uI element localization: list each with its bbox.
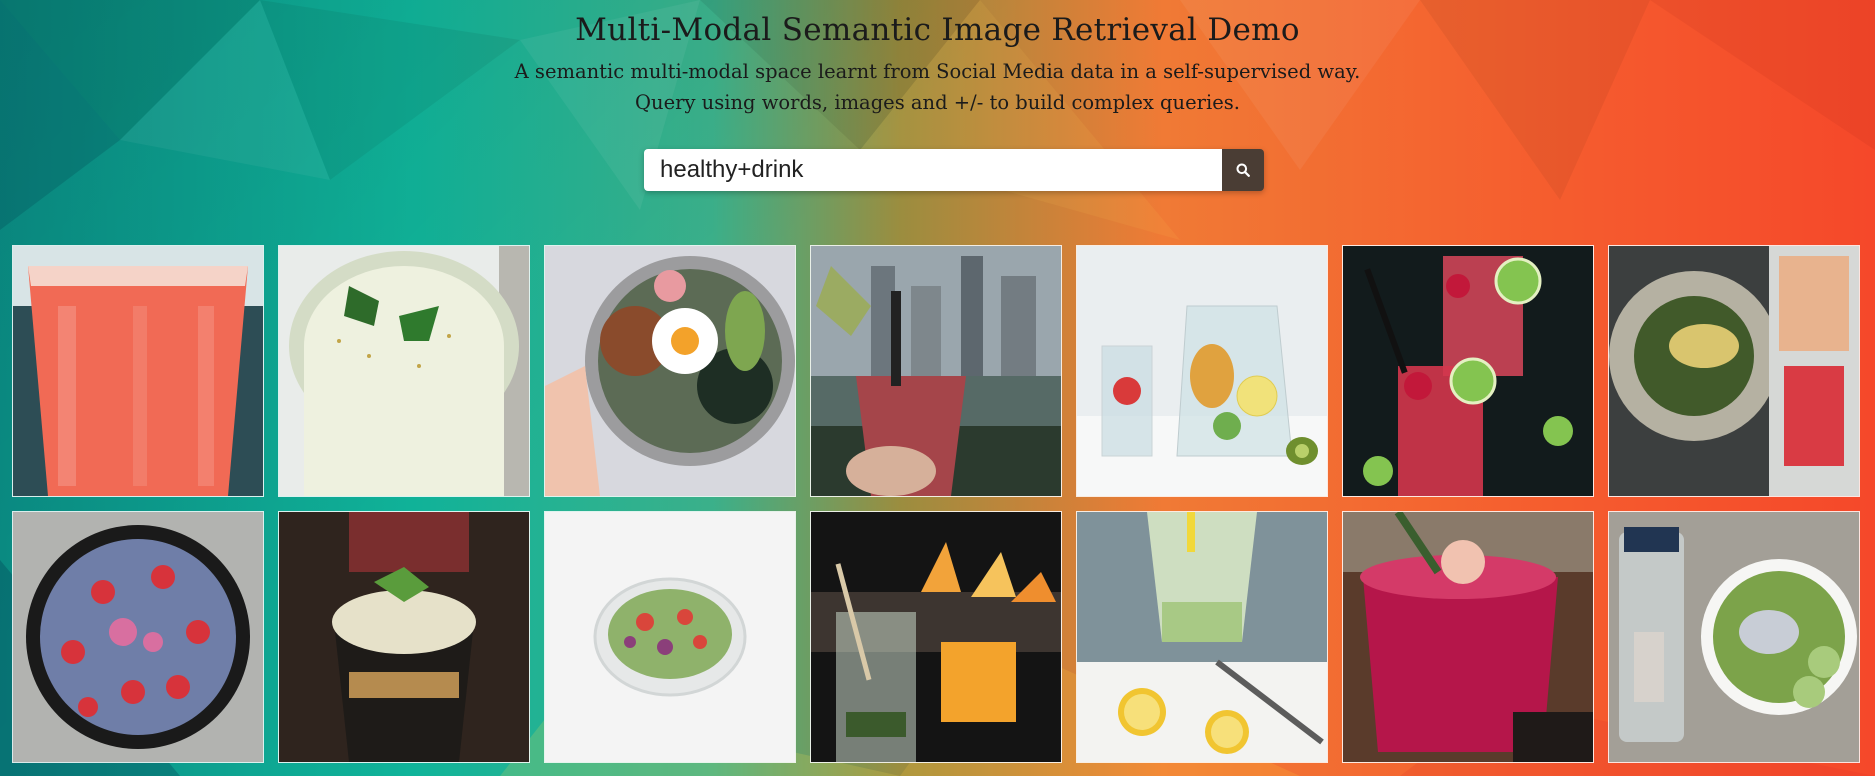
cocktail-city-image: [811, 246, 1061, 496]
result-image-salad-bowl-white[interactable]: [544, 511, 796, 763]
green-juice-image: [1077, 512, 1327, 762]
result-image-fruit-water-pitcher[interactable]: [1076, 245, 1328, 497]
result-image-mint-iced-coffee-cup[interactable]: [278, 511, 530, 763]
page-title: Multi-Modal Semantic Image Retrieval Dem…: [575, 12, 1300, 48]
result-image-berry-lime-cocktails[interactable]: [1342, 245, 1594, 497]
rice-bowl-image: [545, 246, 795, 496]
page-subtitle: A semantic multi-modal space learnt from…: [0, 56, 1875, 118]
result-image-edamame-poke-bowl[interactable]: [1608, 511, 1860, 763]
fruit-water-image: [1077, 246, 1327, 496]
smoothie-image: [279, 246, 529, 496]
pink-drink-image: [13, 246, 263, 496]
result-image-red-cocktail-rosemary[interactable]: [1342, 511, 1594, 763]
mint-coffee-image: [279, 512, 529, 762]
poke-bowl-image: [1609, 512, 1859, 762]
results-grid: [12, 245, 1860, 763]
salad-bowl-image: [545, 512, 795, 762]
berry-cocktails-image: [1343, 246, 1593, 496]
red-cocktail-image: [1343, 512, 1593, 762]
search-bar: [644, 149, 1264, 191]
berry-bowl-image: [13, 512, 263, 762]
result-image-pink-drink-glass[interactable]: [12, 245, 264, 497]
result-image-green-juice-lemons[interactable]: [1076, 511, 1328, 763]
result-image-berry-bowl[interactable]: [12, 511, 264, 763]
search-input[interactable]: [644, 149, 1222, 191]
subtitle-line-1: A semantic multi-modal space learnt from…: [514, 60, 1361, 83]
result-image-rice-bowl-with-egg[interactable]: [544, 245, 796, 497]
salad-juices-image: [1609, 246, 1859, 496]
result-image-cocktail-city-view[interactable]: [810, 245, 1062, 497]
search-button[interactable]: [1222, 149, 1264, 191]
drinks-fire-image: [811, 512, 1061, 762]
search-icon: [1236, 163, 1250, 177]
result-image-smoothie-with-parsley[interactable]: [278, 245, 530, 497]
result-image-salad-with-juices[interactable]: [1608, 245, 1860, 497]
page-header: Multi-Modal Semantic Image Retrieval Dem…: [0, 0, 1875, 118]
result-image-drinks-by-fire[interactable]: [810, 511, 1062, 763]
subtitle-line-2: Query using words, images and +/- to bui…: [635, 91, 1240, 114]
